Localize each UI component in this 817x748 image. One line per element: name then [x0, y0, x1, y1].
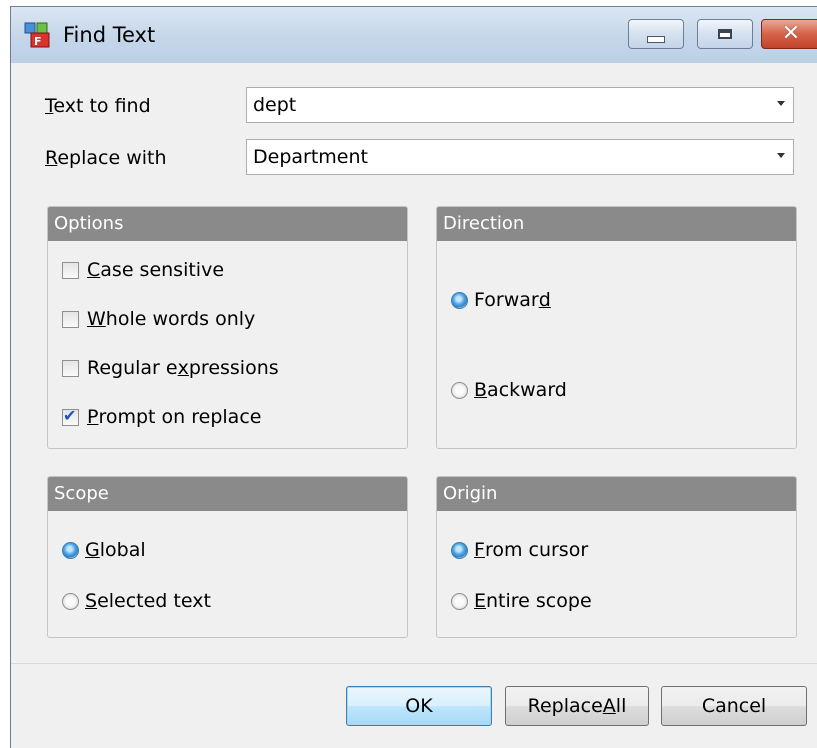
direction-group: Direction Forwar d Backward — [436, 206, 797, 449]
checkbox-checked-icon — [62, 406, 79, 426]
direction-header: Direction — [437, 207, 796, 241]
radio-selected-icon — [451, 541, 468, 559]
maximize-button[interactable] — [697, 19, 753, 49]
replace-with-combo[interactable]: Department — [246, 139, 794, 175]
origin-header: Origin — [437, 477, 796, 511]
whole-words-checkbox[interactable]: Whole words only — [62, 308, 255, 330]
window-title: Find Text — [63, 23, 156, 47]
svg-text:F: F — [34, 35, 42, 48]
global-radio[interactable]: Global — [62, 539, 146, 561]
options-header: Options — [48, 207, 407, 241]
radio-selected-icon — [62, 541, 79, 559]
text-to-find-value: dept — [253, 94, 297, 116]
text-to-find-label: Text to find — [45, 95, 151, 117]
case-sensitive-checkbox[interactable]: Case sensitive — [62, 259, 224, 281]
radio-icon — [451, 381, 468, 399]
backward-radio[interactable]: Backward — [451, 379, 567, 401]
ok-button[interactable]: OK — [346, 686, 492, 726]
entire-scope-radio[interactable]: Entire scope — [451, 590, 592, 612]
title-bar[interactable]: F Find Text ✕ — [11, 7, 817, 63]
app-icon: F — [24, 22, 50, 48]
prompt-on-replace-checkbox[interactable]: Prompt on replace — [62, 406, 261, 428]
text-to-find-combo[interactable]: dept — [246, 87, 794, 123]
scope-header: Scope — [48, 477, 407, 511]
from-cursor-radio[interactable]: From cursor — [451, 539, 588, 561]
checkbox-icon — [62, 359, 79, 377]
dropdown-arrow-icon[interactable] — [777, 101, 785, 106]
close-button[interactable]: ✕ — [761, 19, 817, 49]
find-text-dialog: F Find Text ✕ Text to find dept Replace … — [10, 6, 817, 748]
minimize-icon — [647, 35, 665, 43]
replace-all-button[interactable]: Replace All — [505, 686, 649, 726]
replace-with-label: Replace with — [45, 147, 167, 169]
checkbox-icon — [62, 261, 79, 279]
cancel-button[interactable]: Cancel — [661, 686, 807, 726]
radio-icon — [62, 592, 79, 610]
maximize-icon — [718, 29, 732, 39]
options-group: Options Case sensitive Whole words only … — [47, 206, 408, 449]
selected-text-radio[interactable]: Selected text — [62, 590, 211, 612]
dropdown-arrow-icon[interactable] — [777, 153, 785, 158]
minimize-button[interactable] — [628, 19, 684, 49]
origin-group: Origin From cursor Entire scope — [436, 476, 797, 638]
radio-icon — [451, 592, 468, 610]
scope-group: Scope Global Selected text — [47, 476, 408, 638]
replace-with-value: Department — [253, 146, 368, 168]
forward-radio[interactable]: Forwar d — [451, 289, 551, 311]
close-icon: ✕ — [781, 21, 801, 46]
radio-selected-icon — [451, 291, 468, 309]
checkbox-icon — [62, 310, 79, 328]
regular-expressions-checkbox[interactable]: Regular e x pressions — [62, 357, 279, 379]
